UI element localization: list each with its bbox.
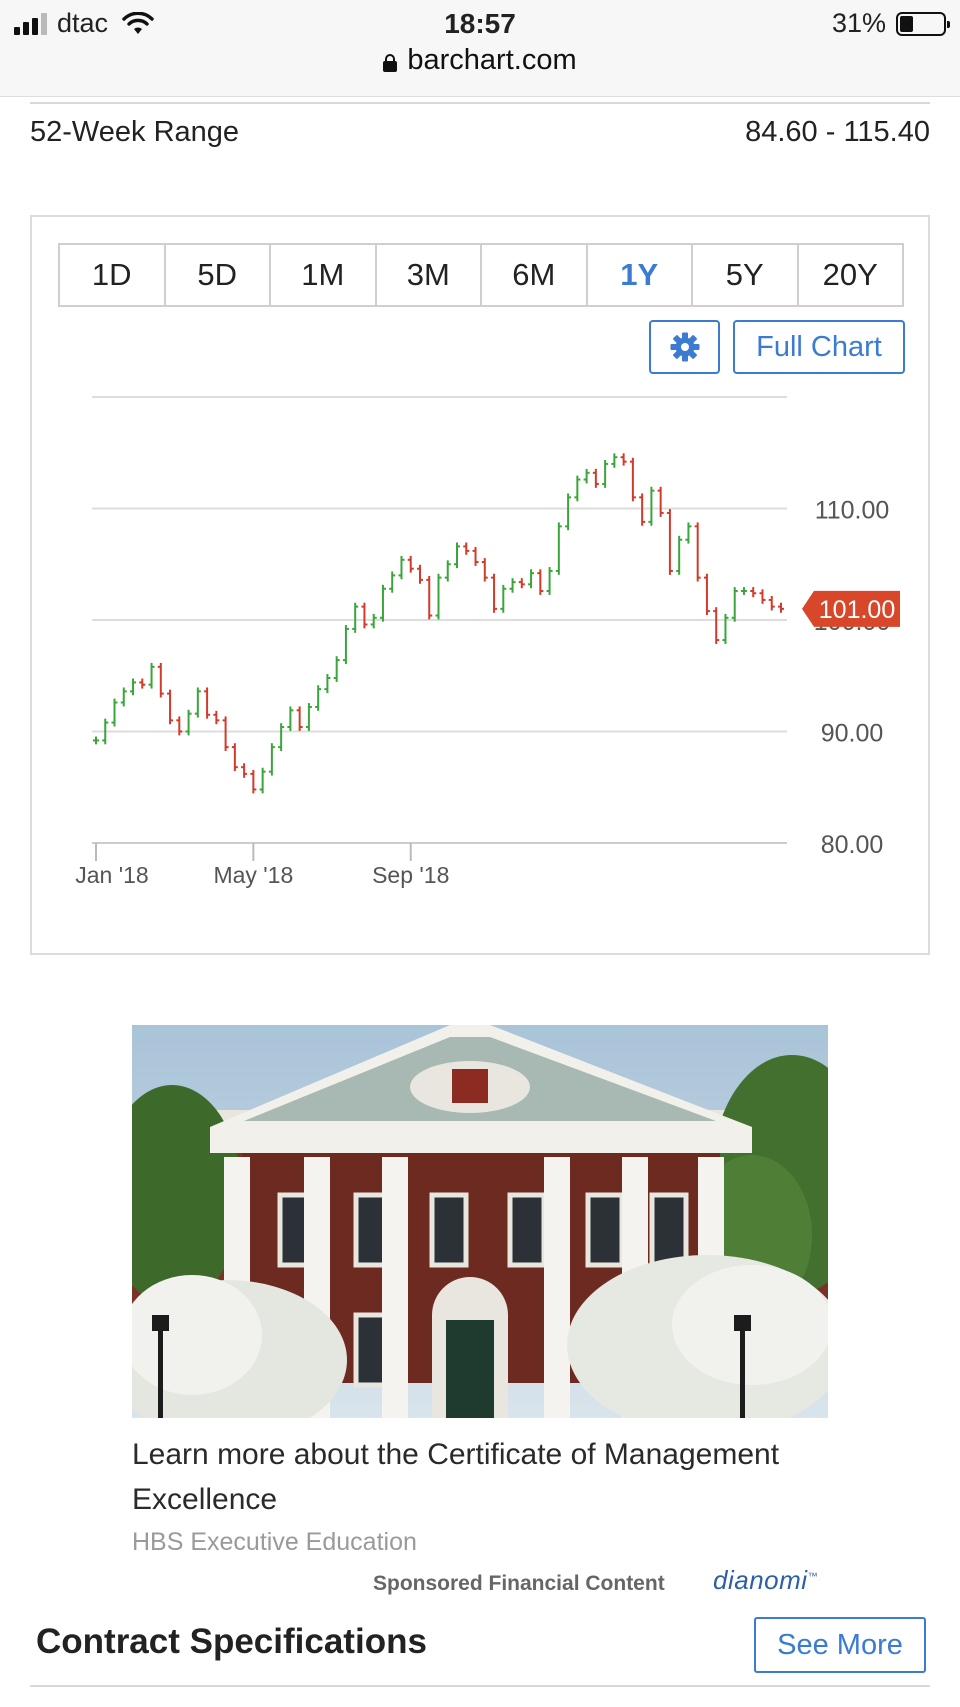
url-text[interactable]: barchart.com	[407, 44, 576, 77]
battery-icon	[896, 11, 950, 36]
see-more-button[interactable]: See More	[754, 1617, 926, 1673]
x-tick-label: Jan '18	[75, 862, 148, 888]
ad-title[interactable]: Learn more about the Certificate of Mana…	[132, 1432, 828, 1522]
lock-icon	[383, 53, 398, 72]
y-tick-label: 90.00	[821, 720, 884, 748]
y-tick-label: 80.00	[821, 831, 884, 859]
x-tick-label: Sep '18	[372, 862, 449, 888]
last-price-label: 101.00	[819, 596, 895, 624]
battery-level	[900, 15, 914, 32]
ad-source[interactable]: HBS Executive Education	[132, 1528, 417, 1557]
clock: 18:57	[444, 8, 516, 39]
ad-image[interactable]	[132, 1025, 828, 1418]
week-range-value: 84.60 - 115.40	[745, 116, 930, 148]
contract-specs-title: Contract Specifications	[36, 1622, 427, 1661]
dianomi-logo-text: dianomi	[713, 1565, 808, 1595]
week-range-row: 52-Week Range 84.60 - 115.40	[30, 116, 930, 149]
battery-percent: 31%	[831, 8, 886, 38]
building-photo	[132, 1025, 828, 1418]
dianomi-logo[interactable]: dianomi™	[713, 1565, 818, 1596]
divider	[30, 102, 930, 104]
status-right: 31%	[831, 8, 950, 39]
address-bar[interactable]: barchart.com	[0, 44, 960, 77]
week-range-label: 52-Week Range	[30, 116, 240, 148]
status-bar: dtac 18:57 31% barchart.com	[0, 0, 960, 97]
sponsored-label: Sponsored Financial Content	[373, 1572, 665, 1595]
y-tick-label: 110.00	[815, 497, 890, 525]
price-chart-card: 1D 5D 1M 3M 6M 1Y 5Y 20Y Full Chart 80.00 90.00 1…	[30, 215, 930, 955]
x-tick-label: May '18	[213, 862, 293, 888]
divider	[30, 1685, 930, 1687]
price-chart[interactable]: 80.0090.00100.00110.00Jan '18May '18Sep …	[32, 217, 928, 953]
